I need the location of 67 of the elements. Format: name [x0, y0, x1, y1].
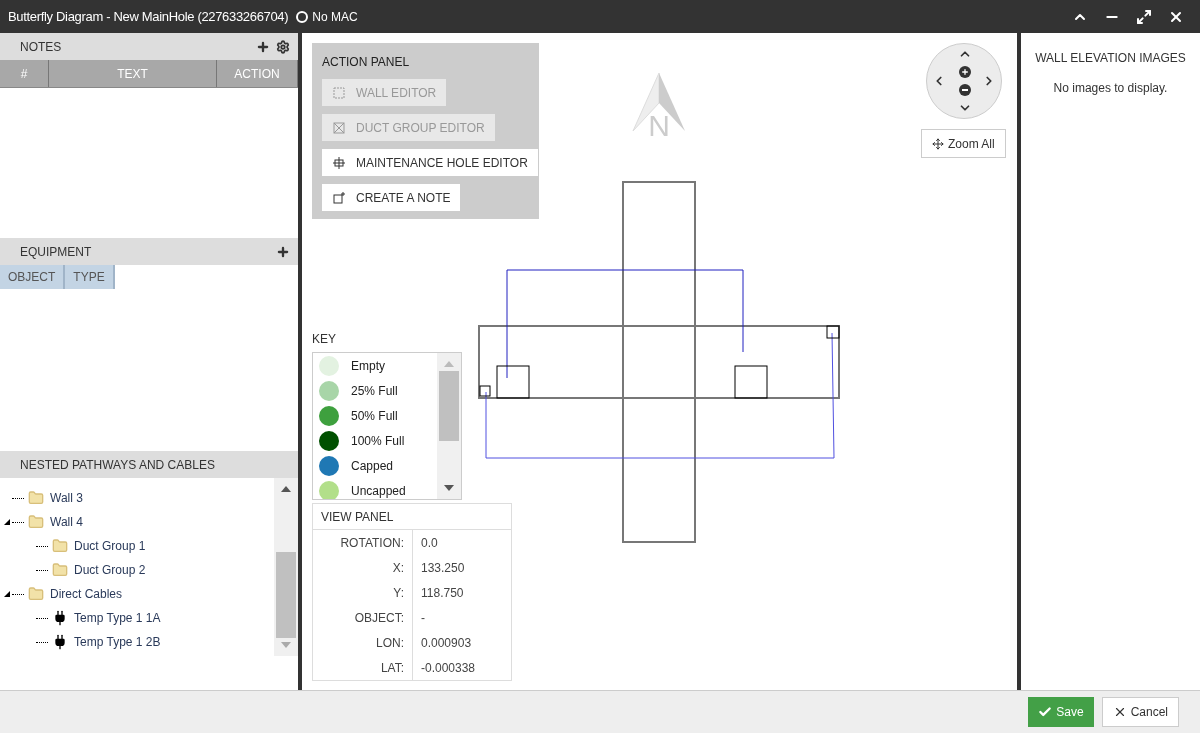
- zoom-in-icon[interactable]: [959, 66, 971, 78]
- tree-item[interactable]: Duct Group 1: [74, 537, 146, 555]
- tree-item[interactable]: Wall 4: [50, 513, 83, 531]
- plug-icon: [52, 634, 68, 650]
- field-label: OBJECT:: [354, 609, 404, 627]
- legend-label: 100% Full: [351, 432, 405, 450]
- window-title: Butterfly Diagram - New MainHole (227633266704): [8, 7, 289, 26]
- column-header[interactable]: OBJECT: [0, 265, 66, 289]
- add-button[interactable]: [256, 39, 270, 54]
- field-label: ROTATION:: [340, 534, 404, 552]
- field-label: LAT:: [380, 659, 404, 677]
- key-title: KEY: [312, 331, 337, 348]
- panel-title: WALL ELEVATION IMAGES: [1035, 50, 1186, 67]
- scrollbar[interactable]: [274, 478, 298, 656]
- field-value: 0.0: [421, 534, 438, 552]
- plug-icon: [52, 610, 68, 626]
- action-button[interactable]: MAINTENANCE HOLE EDITOR: [322, 149, 538, 176]
- tree-item[interactable]: Temp Type 1 1A: [74, 609, 161, 627]
- status-ring-icon: [296, 10, 309, 23]
- legend-label: 25% Full: [351, 382, 398, 400]
- empty-message: No images to display.: [1053, 80, 1168, 97]
- expand-arrows-icon: [932, 137, 944, 150]
- zoom-all-button[interactable]: Zoom All: [921, 129, 1006, 158]
- cancel-button[interactable]: Cancel: [1101, 697, 1179, 727]
- field-value: 118.750: [421, 584, 464, 602]
- zoom-out-icon[interactable]: [959, 84, 971, 96]
- tree-item[interactable]: Temp Type 1 2B: [74, 633, 161, 651]
- folder-icon: [28, 586, 44, 602]
- maximize-button[interactable]: [1136, 8, 1152, 25]
- field-value: -0.000338: [421, 659, 476, 677]
- folder-icon: [52, 538, 68, 554]
- tree-item[interactable]: Wall 3: [50, 489, 83, 507]
- section-title: NESTED PATHWAYS AND CABLES: [20, 456, 215, 474]
- legend-label: Uncapped: [351, 482, 406, 499]
- check-icon: [1038, 705, 1053, 719]
- folder-icon: [28, 490, 44, 506]
- legend-label: Empty: [351, 357, 385, 375]
- expanded-triangle-icon[interactable]: [4, 591, 10, 597]
- field-value: -: [421, 609, 425, 627]
- crosshair-icon: [332, 155, 346, 170]
- legend-label: Capped: [351, 457, 394, 475]
- tree-item[interactable]: Direct Cables: [50, 585, 123, 603]
- legend-label: 50% Full: [351, 407, 398, 425]
- field-value: 0.000903: [421, 634, 472, 652]
- panel-title: VIEW PANEL: [321, 508, 394, 526]
- add-button[interactable]: [276, 244, 290, 259]
- wall-shape-icon: [332, 85, 346, 100]
- note-add-icon: [332, 190, 346, 205]
- field-label: X:: [392, 559, 404, 577]
- folder-icon: [28, 514, 44, 530]
- panel-title: ACTION PANEL: [322, 54, 410, 71]
- duct-shape-icon: [332, 120, 346, 135]
- field-label: Y:: [393, 584, 404, 602]
- expanded-triangle-icon[interactable]: [4, 519, 10, 525]
- section-title: EQUIPMENT: [20, 243, 92, 261]
- field-label: LON:: [376, 634, 404, 652]
- status-text: No MAC: [312, 8, 358, 26]
- settings-button[interactable]: [276, 39, 290, 54]
- action-button[interactable]: CREATE A NOTE: [322, 184, 461, 211]
- column-header[interactable]: TYPE: [65, 265, 115, 289]
- field-value: 133.250: [421, 559, 465, 577]
- tree-item[interactable]: Duct Group 2: [74, 561, 146, 579]
- section-title: NOTES: [20, 38, 62, 56]
- scroll-up-icon[interactable]: [281, 486, 291, 492]
- scroll-down-icon[interactable]: [444, 485, 454, 491]
- folder-icon: [52, 562, 68, 578]
- scrollbar[interactable]: [437, 353, 461, 499]
